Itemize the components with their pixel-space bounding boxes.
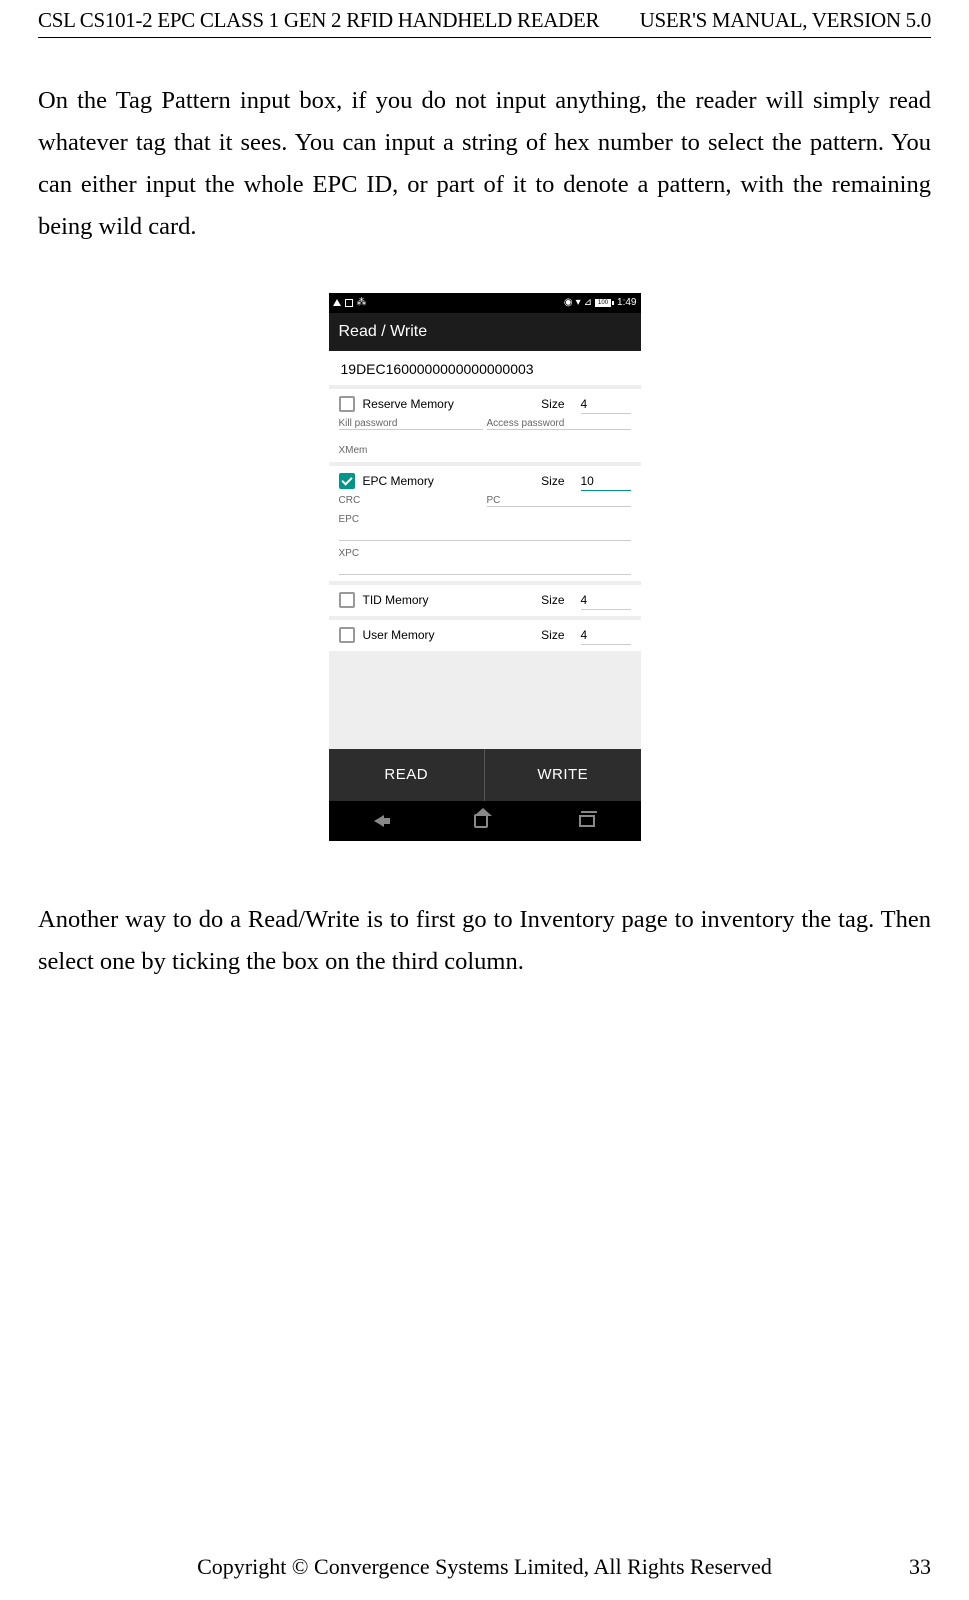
kill-password-input[interactable] — [339, 429, 483, 430]
epc-size-label: Size — [541, 474, 564, 488]
reserve-size-input[interactable]: 4 — [581, 395, 631, 414]
epc-memory-checkbox[interactable] — [339, 473, 355, 489]
status-bar: ⁂ ◉ ▾ ⊿ 100 1:49 — [329, 293, 641, 313]
paragraph-2: Another way to do a Read/Write is to fir… — [38, 899, 931, 983]
tid-memory-label: TID Memory — [363, 593, 429, 607]
recent-icon[interactable] — [579, 815, 595, 827]
pc-label: PC — [487, 495, 631, 506]
phone-frame: ⁂ ◉ ▾ ⊿ 100 1:49 Read / Write — [329, 293, 641, 841]
user-size-input[interactable]: 4 — [581, 626, 631, 645]
header-left: CSL CS101-2 EPC CLASS 1 GEN 2 RFID HANDH… — [38, 8, 599, 33]
page-number: 33 — [909, 1554, 931, 1580]
tag-pattern-input[interactable]: 19DEC1600000000000000003 — [329, 351, 641, 385]
epc-size-input[interactable]: 10 — [581, 472, 631, 491]
app-title-bar: Read / Write — [329, 313, 641, 351]
xpc-label: XPC — [339, 548, 360, 559]
reserve-memory-section: Reserve Memory Size 4 Kill password Acce… — [329, 389, 641, 462]
clock: 1:49 — [617, 297, 636, 308]
crc-input[interactable] — [339, 506, 483, 507]
reserve-memory-label: Reserve Memory — [363, 397, 454, 411]
crc-label: CRC — [339, 495, 483, 506]
epc-field-input[interactable] — [339, 525, 631, 541]
network-icon: ◉ — [564, 297, 573, 308]
tid-memory-checkbox[interactable] — [339, 592, 355, 608]
pc-input[interactable] — [487, 506, 631, 507]
xpc-input[interactable] — [339, 559, 631, 575]
signal-icon — [333, 299, 341, 306]
page-footer: Copyright © Convergence Systems Limited,… — [0, 1554, 969, 1580]
reserve-size-label: Size — [541, 397, 564, 411]
tid-size-label: Size — [541, 593, 564, 607]
reserve-memory-checkbox[interactable] — [339, 396, 355, 412]
user-memory-checkbox[interactable] — [339, 627, 355, 643]
action-bar: READ WRITE — [329, 749, 641, 801]
battery-icon: 100 — [595, 299, 614, 307]
user-size-label: Size — [541, 628, 564, 642]
debug-icon: ⁂ — [357, 297, 367, 308]
tag-pattern-value: 19DEC1600000000000000003 — [341, 361, 534, 377]
android-nav-bar — [329, 801, 641, 841]
user-memory-section: User Memory Size 4 — [329, 620, 641, 651]
access-password-label: Access password — [487, 418, 631, 429]
copyright: Copyright © Convergence Systems Limited,… — [0, 1554, 969, 1580]
xmem-label: XMem — [339, 445, 368, 456]
embedded-screenshot: ⁂ ◉ ▾ ⊿ 100 1:49 Read / Write — [38, 293, 931, 841]
access-password-input[interactable] — [487, 429, 631, 430]
back-icon[interactable] — [374, 815, 384, 827]
epc-memory-label: EPC Memory — [363, 474, 434, 488]
status-icon — [345, 299, 353, 307]
epc-memory-section: EPC Memory Size 10 CRC PC — [329, 466, 641, 581]
kill-password-label: Kill password — [339, 418, 483, 429]
wifi-icon: ▾ — [576, 297, 581, 308]
home-icon[interactable] — [474, 814, 488, 828]
signal-bars-icon: ⊿ — [584, 297, 592, 308]
epc-field-label: EPC — [339, 514, 360, 525]
paragraph-1: On the Tag Pattern input box, if you do … — [38, 80, 931, 249]
header-right: USER'S MANUAL, VERSION 5.0 — [640, 8, 931, 33]
tid-memory-section: TID Memory Size 4 — [329, 585, 641, 616]
user-memory-label: User Memory — [363, 628, 435, 642]
content-area: 19DEC1600000000000000003 Reserve Memory … — [329, 351, 641, 841]
read-button[interactable]: READ — [329, 749, 485, 801]
write-button[interactable]: WRITE — [485, 749, 641, 801]
app-title: Read / Write — [339, 323, 428, 341]
tid-size-input[interactable]: 4 — [581, 591, 631, 610]
page-header: CSL CS101-2 EPC CLASS 1 GEN 2 RFID HANDH… — [38, 0, 931, 38]
